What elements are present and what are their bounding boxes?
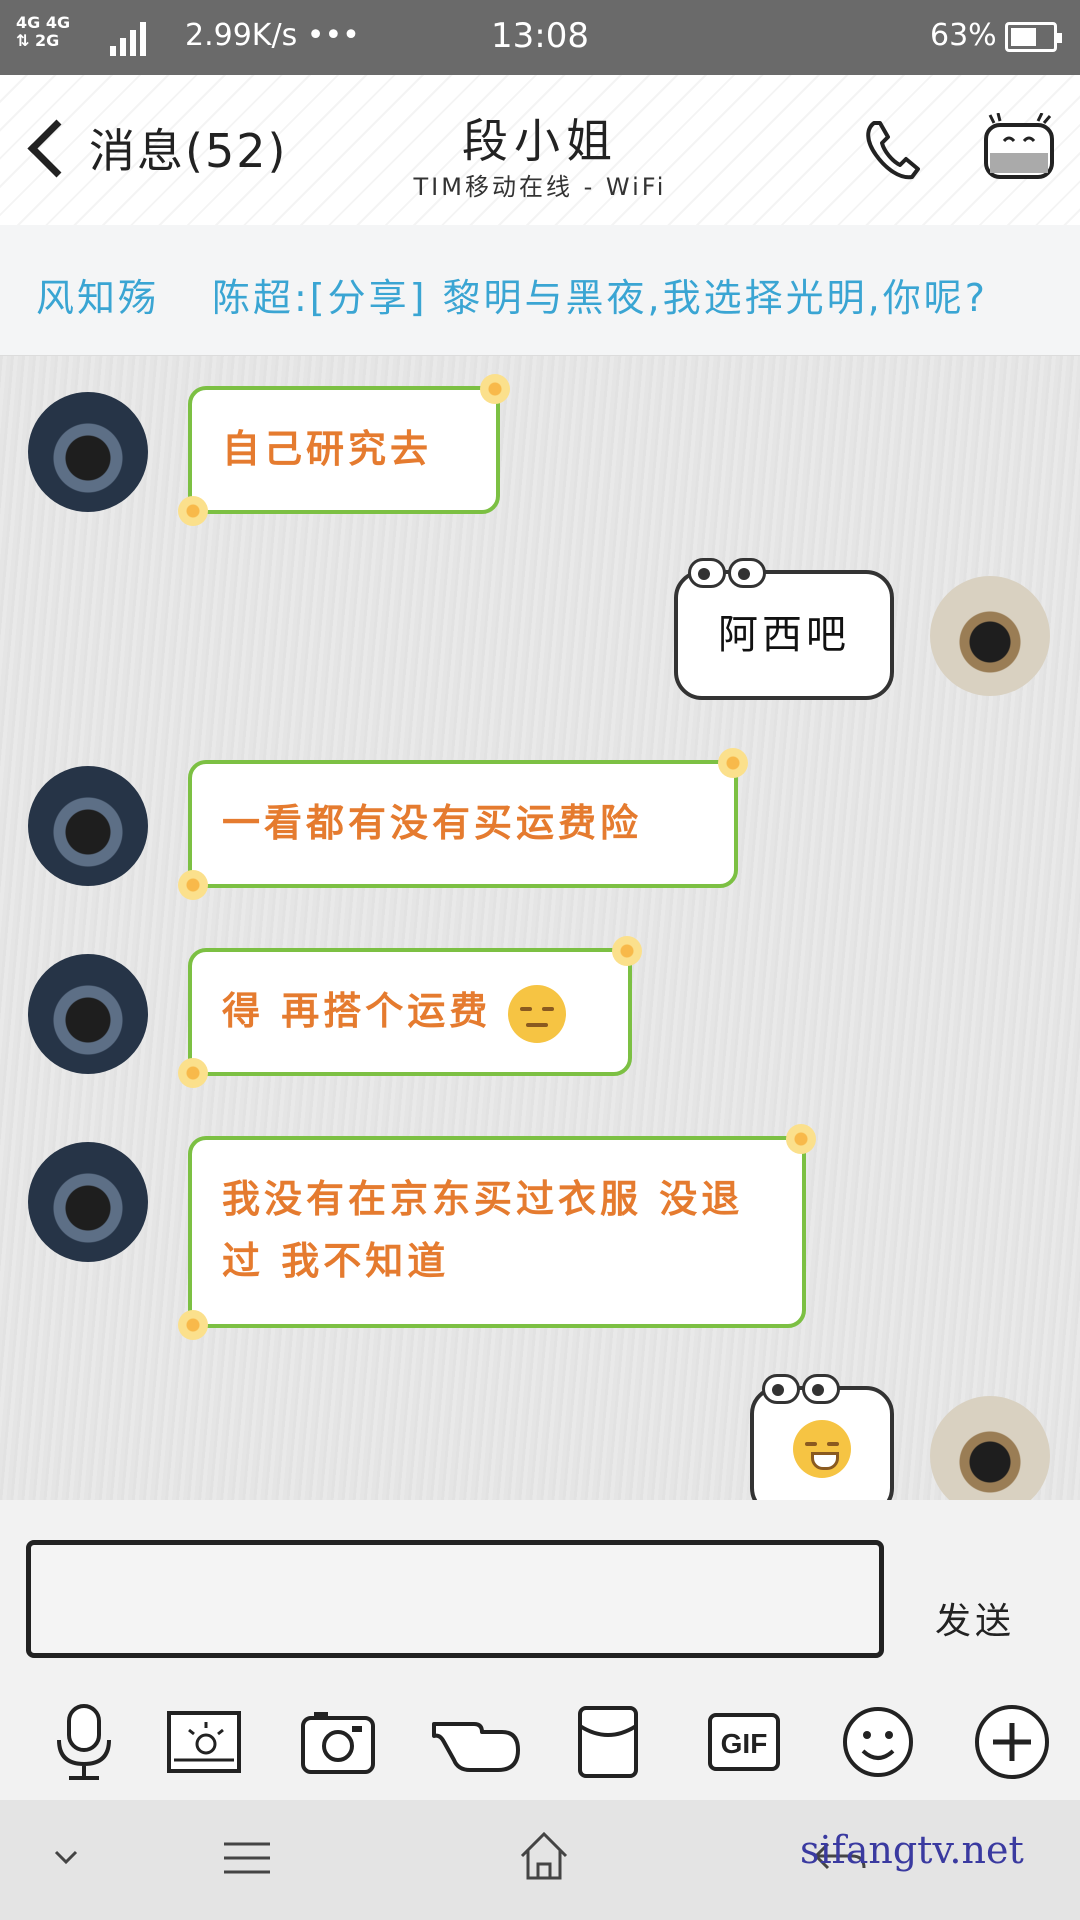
grinning-face-emoji (793, 1420, 851, 1478)
plus-icon[interactable] (972, 1702, 1052, 1782)
contact-avatar[interactable] (28, 766, 148, 886)
flower-decoration (178, 496, 208, 526)
clock: 13:08 (491, 16, 589, 56)
contact-avatar[interactable] (28, 954, 148, 1074)
notice-message: 陈超:[分享] 黎明与黑夜,我选择光明,你呢? (212, 276, 988, 320)
flower-decoration (178, 1310, 208, 1340)
input-toolbar: GIF (0, 1690, 1080, 1800)
camera-icon[interactable] (298, 1702, 378, 1782)
gif-label: GIF (721, 1728, 768, 1759)
message-text: 阿西吧 (718, 612, 850, 658)
contact-avatar[interactable] (28, 392, 148, 512)
outgoing-message-bubble[interactable] (750, 1374, 894, 1500)
system-nav-bar: sifangtv.net (0, 1800, 1080, 1920)
flower-decoration (612, 936, 642, 966)
chat-area[interactable]: 自己研究去 阿西吧 一看都有没有买运费险 得 再搭个运费 我没有在京东买过衣服 … (0, 356, 1080, 1500)
battery-percent: 63% (930, 18, 997, 53)
image-icon[interactable] (164, 1702, 244, 1782)
message-text: 一看都有没有买运费险 (222, 801, 643, 845)
incoming-message-bubble[interactable]: 自己研究去 (178, 374, 510, 526)
battery-icon (1005, 22, 1062, 52)
incoming-message-bubble[interactable]: 得 再搭个运费 (178, 936, 642, 1088)
phone-icon[interactable] (860, 115, 930, 185)
message-input[interactable] (26, 1540, 884, 1658)
flower-decoration (178, 870, 208, 900)
send-button[interactable]: 发送 (935, 1592, 1015, 1644)
poke-hand-icon[interactable] (430, 1702, 522, 1782)
watermark: sifangtv.net (800, 1828, 1024, 1872)
home-icon[interactable] (518, 1830, 570, 1882)
notice-group-name: 风知殇 (36, 276, 160, 320)
eyes-decoration (688, 558, 768, 588)
contact-avatar[interactable] (28, 1142, 148, 1262)
my-avatar[interactable] (930, 576, 1050, 696)
flower-decoration (786, 1124, 816, 1154)
gif-icon[interactable]: GIF (704, 1702, 784, 1782)
my-avatar[interactable] (930, 1396, 1050, 1500)
flower-decoration (178, 1058, 208, 1088)
message-text: 我没有在京东买过衣服 没退过 我不知道 (222, 1177, 744, 1283)
eyes-decoration (762, 1374, 842, 1404)
pensive-face-emoji (508, 984, 567, 1043)
emoji-icon[interactable] (838, 1702, 918, 1782)
profile-menu-icon[interactable] (980, 113, 1058, 185)
flower-decoration (480, 374, 510, 404)
status-bar: 4G 4G ⇅ 2G 2.99K/s ••• 13:08 63% (0, 0, 1080, 75)
menu-icon[interactable] (222, 1838, 272, 1878)
microphone-icon[interactable] (44, 1702, 124, 1782)
incoming-message-bubble[interactable]: 我没有在京东买过衣服 没退过 我不知道 (178, 1124, 816, 1340)
chevron-down-icon[interactable] (52, 1848, 80, 1868)
input-area: 发送 GIF (0, 1500, 1080, 1800)
title-bar: 消息(52) 段小姐 TIM移动在线 - WiFi (0, 75, 1080, 225)
flower-decoration (718, 748, 748, 778)
red-packet-icon[interactable] (568, 1702, 648, 1782)
outgoing-message-bubble[interactable]: 阿西吧 (674, 558, 894, 700)
message-text: 得 再搭个运费 (222, 989, 492, 1033)
message-text: 自己研究去 (222, 427, 433, 471)
incoming-message-bubble[interactable]: 一看都有没有买运费险 (178, 748, 748, 900)
group-notice-banner[interactable]: 风知殇 陈超:[分享] 黎明与黑夜,我选择光明,你呢? (0, 225, 1080, 356)
